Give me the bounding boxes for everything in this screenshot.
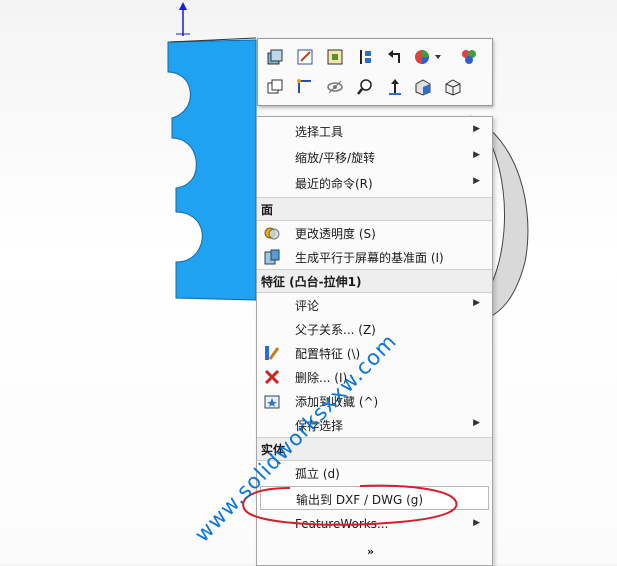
submenu-arrow-icon: ▶ [473,124,480,134]
submenu-arrow-icon: ▶ [473,150,480,160]
configure-feature-icon [265,346,280,360]
submenu-arrow-icon: ▶ [473,418,480,428]
menu-item-label: 生成平行于屏幕的基准面 (I) [295,251,444,265]
menu-item-label: 选择工具 [295,125,344,139]
section-view-icon[interactable] [352,44,378,70]
menu-item-label: FeatureWorks... [295,517,389,531]
plane-icon [264,249,280,265]
menu-item-label: 输出到 DXF / DWG (g) [296,493,424,507]
delete-icon [264,369,280,385]
menu-item-recent-commands[interactable]: 最近的命令(R) ▶ [257,171,492,195]
menu-item-label: 孤立 (d) [295,467,340,481]
menu-item-label: 最近的命令(R) [295,177,373,191]
transparency-icon [264,227,280,240]
menu-item-label: 更改透明度 (S) [295,227,376,241]
view-cube-icon[interactable] [440,74,466,100]
menu-item-label: 配置特征 (\) [295,347,361,361]
smart-dimension-icon[interactable] [292,74,318,100]
menu-item-label: 缩放/平移/旋转 [295,151,376,165]
menu-item-add-to-favorites[interactable]: 添加到收藏 (^) [257,389,492,413]
section-header-face: 面 [257,197,492,221]
section-header-feature: 特征 (凸台-拉伸1) [257,269,492,293]
menu-item-featureworks[interactable]: FeatureWorks... ▶ [257,513,492,537]
normal-to-icon[interactable] [382,74,408,100]
submenu-arrow-icon: ▶ [473,176,480,186]
context-toolbar [257,38,493,106]
submenu-arrow-icon: ▶ [473,298,480,308]
submenu-arrow-icon: ▶ [473,518,480,528]
section-label: 特征 (凸台-拉伸1) [261,275,362,289]
menu-item-change-transparency[interactable]: 更改透明度 (S) [257,221,492,245]
scene-icon[interactable] [456,44,482,70]
origin-triad-icon [176,2,190,36]
menu-item-comment[interactable]: 评论 ▶ [257,293,492,317]
menu-item-export-dxf-dwg[interactable]: 输出到 DXF / DWG (g) [260,486,489,510]
menu-item-label: 评论 [295,299,320,313]
zoom-to-fit-icon[interactable] [262,44,288,70]
expand-more-icon[interactable]: » [367,545,374,558]
blue-part-face[interactable] [167,39,257,301]
zoom-area-icon[interactable] [352,74,378,100]
sketch-icon[interactable] [292,44,318,70]
view-orientation-icon[interactable] [322,44,348,70]
menu-item-isolate[interactable]: 孤立 (d) [257,461,492,485]
dropdown-arrow-icon[interactable] [432,44,444,70]
menu-item-label: 父子关系... (Z) [295,323,376,337]
iso-view-icon[interactable] [410,74,436,100]
section-label: 面 [261,203,274,217]
favorites-folder-icon [264,395,280,409]
hide-show-icon[interactable] [322,74,348,100]
menu-item-create-plane[interactable]: 生成平行于屏幕的基准面 (I) [257,245,492,269]
menu-item-select-tools[interactable]: 选择工具 ▶ [257,119,492,143]
menu-item-zoom-pan-rotate[interactable]: 缩放/平移/旋转 ▶ [257,145,492,169]
undo-arrow-icon[interactable] [382,44,408,70]
copy-icon[interactable] [262,74,288,100]
